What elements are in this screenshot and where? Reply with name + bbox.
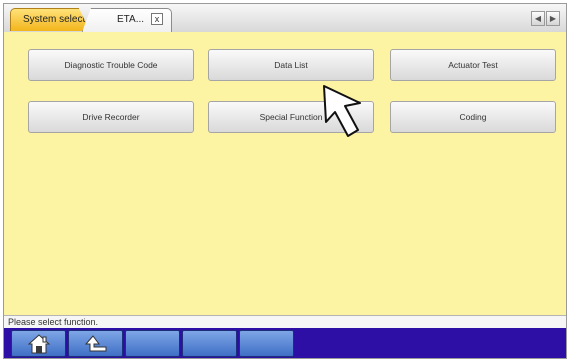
scroll-left-icon[interactable]: ◀ bbox=[531, 11, 545, 26]
home-icon bbox=[28, 334, 50, 354]
back-button[interactable] bbox=[68, 330, 123, 357]
bottom-toolbar bbox=[4, 328, 566, 358]
hand-pointer-arrow-icon bbox=[323, 85, 361, 137]
home-button[interactable] bbox=[11, 330, 66, 357]
toolbar-button-4[interactable] bbox=[182, 330, 237, 357]
toolbar-button-5[interactable] bbox=[239, 330, 294, 357]
function-panel: Diagnostic Trouble Code Data List Actuat… bbox=[4, 32, 566, 315]
data-list-button[interactable]: Data List bbox=[208, 49, 374, 81]
close-tab-icon[interactable]: x bbox=[151, 13, 163, 25]
tab-eta[interactable]: ETA... x bbox=[82, 8, 172, 32]
actuator-test-button[interactable]: Actuator Test bbox=[390, 49, 556, 81]
tab-eta-label: ETA... bbox=[117, 14, 145, 25]
diagnostic-trouble-code-button[interactable]: Diagnostic Trouble Code bbox=[28, 49, 194, 81]
tab-system-select[interactable]: System select bbox=[10, 8, 90, 31]
app-window: System select ETA... x ◀ ▶ Diagnostic Tr… bbox=[3, 3, 567, 359]
coding-button[interactable]: Coding bbox=[390, 101, 556, 133]
status-bar: Please select function. bbox=[4, 315, 566, 328]
tab-bar: System select ETA... x ◀ ▶ bbox=[4, 4, 566, 33]
scroll-right-icon[interactable]: ▶ bbox=[546, 11, 560, 26]
toolbar-button-3[interactable] bbox=[125, 330, 180, 357]
tab-system-select-label: System select bbox=[23, 14, 86, 25]
back-icon bbox=[85, 335, 107, 352]
drive-recorder-button[interactable]: Drive Recorder bbox=[28, 101, 194, 133]
